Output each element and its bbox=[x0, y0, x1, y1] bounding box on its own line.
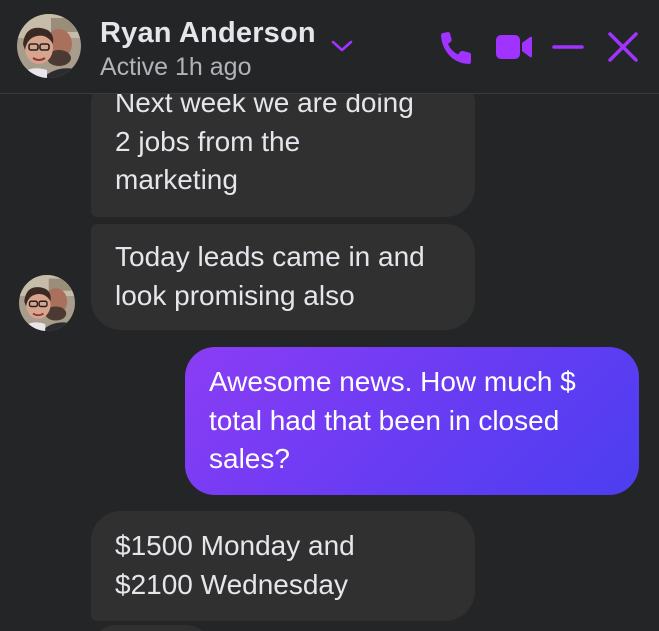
incoming-message[interactable]: $1500 Monday and $2100 Wednesday bbox=[91, 511, 475, 621]
incoming-message[interactable]: Today leads came in and look promising a… bbox=[91, 224, 475, 330]
contact-avatar[interactable] bbox=[17, 14, 81, 78]
phone-icon[interactable] bbox=[436, 27, 474, 67]
message-line: total had that been in closed bbox=[209, 404, 560, 436]
chat-window: Ryan Anderson Active 1h ago Next week we… bbox=[0, 0, 659, 631]
outgoing-message[interactable]: Awesome news. How much $ total had that … bbox=[185, 347, 639, 495]
message-line: Awesome news. How much $ bbox=[209, 366, 576, 397]
message-line: 2 jobs from the bbox=[115, 125, 301, 157]
chat-header: Ryan Anderson Active 1h ago bbox=[0, 0, 659, 94]
incoming-message-partial[interactable] bbox=[91, 625, 211, 631]
message-line: look promising also bbox=[115, 279, 355, 311]
message-line: marketing bbox=[115, 164, 238, 195]
message-line: Today leads came in and bbox=[115, 241, 425, 272]
contact-name[interactable]: Ryan Anderson bbox=[100, 17, 316, 50]
contact-avatar-small[interactable] bbox=[19, 275, 75, 331]
close-icon[interactable] bbox=[604, 27, 642, 67]
video-camera-icon[interactable] bbox=[494, 27, 534, 67]
message-line: sales? bbox=[209, 443, 290, 474]
incoming-message[interactable]: Next week we are doing 2 jobs from the m… bbox=[91, 74, 475, 217]
active-status: Active 1h ago bbox=[100, 53, 252, 81]
message-line: $2100 Wednesday bbox=[115, 568, 348, 600]
minimize-icon[interactable] bbox=[550, 27, 586, 67]
chevron-down-icon[interactable] bbox=[330, 38, 354, 54]
message-list[interactable]: Next week we are doing 2 jobs from the m… bbox=[0, 74, 659, 631]
message-line: $1500 Monday and bbox=[115, 530, 355, 561]
